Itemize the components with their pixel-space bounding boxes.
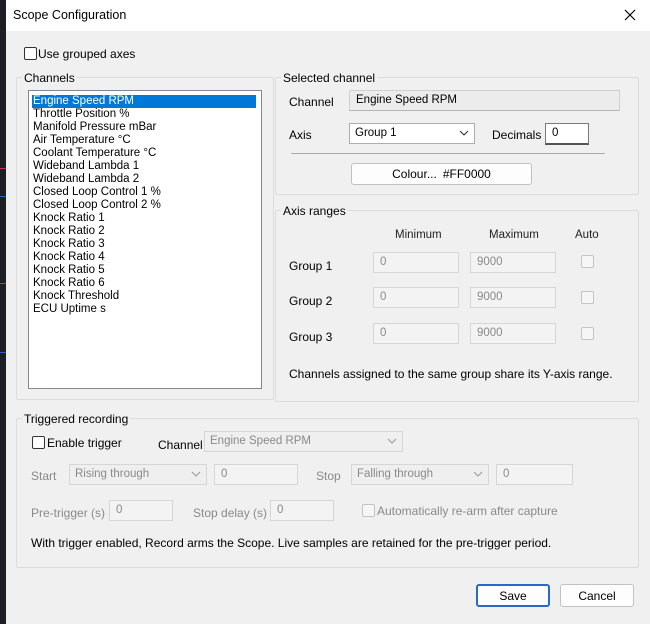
chevron-down-icon [473,471,483,477]
group-3-max-input[interactable]: 9000 [470,323,556,344]
group-3-label: Group 3 [289,330,333,344]
stop-delay-label: Stop delay (s) [193,506,268,520]
auto-header: Auto [575,229,599,241]
stop-mode-select[interactable]: Falling through [351,464,489,485]
list-item[interactable]: Knock Ratio 2 [32,225,256,238]
chevron-down-icon [459,130,469,136]
enable-trigger-checkbox[interactable] [32,436,45,449]
divider [291,153,605,154]
title-bar: Scope Configuration [6,0,650,31]
trigger-channel-value: Engine Speed RPM [210,435,312,447]
axis-select-value: Group 1 [355,127,397,139]
list-item[interactable]: Knock Ratio 5 [32,264,256,277]
group-3-min-input[interactable]: 0 [373,323,459,344]
trigger-channel-label: Channel [158,438,203,452]
pre-trigger-input[interactable]: 0 [109,500,173,521]
list-item[interactable]: Wideband Lambda 2 [32,173,256,186]
list-item[interactable]: Wideband Lambda 1 [32,160,256,173]
cancel-button[interactable]: Cancel [560,584,634,607]
minimum-header: Minimum [395,229,442,241]
use-grouped-axes-checkbox[interactable] [24,47,37,60]
stop-mode-value: Falling through [357,468,434,480]
colour-button[interactable]: Colour... #FF0000 [351,163,532,185]
group-2-label: Group 2 [289,294,333,308]
selected-channel-name-field: Engine Speed RPM [349,90,620,111]
list-item[interactable]: Coolant Temperature °C [32,147,256,160]
selected-channel-group-title: Selected channel [281,71,378,85]
list-item[interactable]: Knock Ratio 3 [32,238,256,251]
group-1-auto-checkbox[interactable] [581,255,594,268]
list-item[interactable]: Knock Threshold [32,290,256,303]
group-1-min-input[interactable]: 0 [373,252,459,273]
save-button[interactable]: Save [476,584,550,607]
channels-list[interactable]: Engine Speed RPM Throttle Position % Man… [28,90,262,389]
list-item[interactable]: Knock Ratio 6 [32,277,256,290]
close-icon [624,9,636,21]
start-mode-select[interactable]: Rising through [69,464,207,485]
auto-rearm-label: Automatically re-arm after capture [377,504,558,518]
list-item[interactable]: Engine Speed RPM [32,95,256,108]
use-grouped-axes-label: Use grouped axes [38,47,136,61]
channels-group-title: Channels [22,71,77,85]
close-button[interactable] [610,0,650,30]
window-title: Scope Configuration [13,8,127,22]
stop-label: Stop [316,469,341,483]
list-item[interactable]: Knock Ratio 1 [32,212,256,225]
trigger-note: With trigger enabled, Record arms the Sc… [31,536,552,550]
group-1-label: Group 1 [289,259,333,273]
channel-label: Channel [289,95,334,109]
axis-ranges-group-title: Axis ranges [281,204,348,218]
group-3-auto-checkbox[interactable] [581,327,594,340]
list-item[interactable]: Closed Loop Control 1 % [32,186,256,199]
start-label: Start [31,469,57,483]
list-item[interactable]: Knock Ratio 4 [32,251,256,264]
decimals-input[interactable]: 0 [545,123,589,145]
chevron-down-icon [191,471,201,477]
auto-rearm-checkbox[interactable] [362,504,375,517]
triggered-recording-group-title: Triggered recording [22,412,131,426]
stop-delay-input[interactable]: 0 [270,500,334,521]
axis-label: Axis [289,128,312,142]
list-item[interactable]: Manifold Pressure mBar [32,121,256,134]
start-value-input[interactable]: 0 [214,464,298,485]
maximum-header: Maximum [489,229,539,241]
axis-ranges-note: Channels assigned to the same group shar… [289,367,613,381]
list-item[interactable]: ECU Uptime s [32,303,256,316]
group-2-min-input[interactable]: 0 [373,287,459,308]
group-2-max-input[interactable]: 9000 [470,287,556,308]
axis-select[interactable]: Group 1 [349,123,475,144]
colour-button-label: Colour... [392,167,437,181]
scope-configuration-dialog: Scope Configuration Use grouped axes Cha… [6,0,650,624]
pre-trigger-label: Pre-trigger (s) [31,506,106,520]
stop-value-input[interactable]: 0 [496,464,573,485]
start-mode-value: Rising through [75,468,150,480]
list-item[interactable]: Air Temperature °C [32,134,256,147]
group-1-max-input[interactable]: 9000 [470,252,556,273]
list-item[interactable]: Closed Loop Control 2 % [32,199,256,212]
trigger-channel-select[interactable]: Engine Speed RPM [204,431,403,452]
group-2-auto-checkbox[interactable] [581,291,594,304]
enable-trigger-label: Enable trigger [47,436,122,450]
chevron-down-icon [387,438,397,444]
colour-value: #FF0000 [442,167,491,181]
list-item[interactable]: Throttle Position % [32,108,256,121]
decimals-label: Decimals [492,128,542,142]
